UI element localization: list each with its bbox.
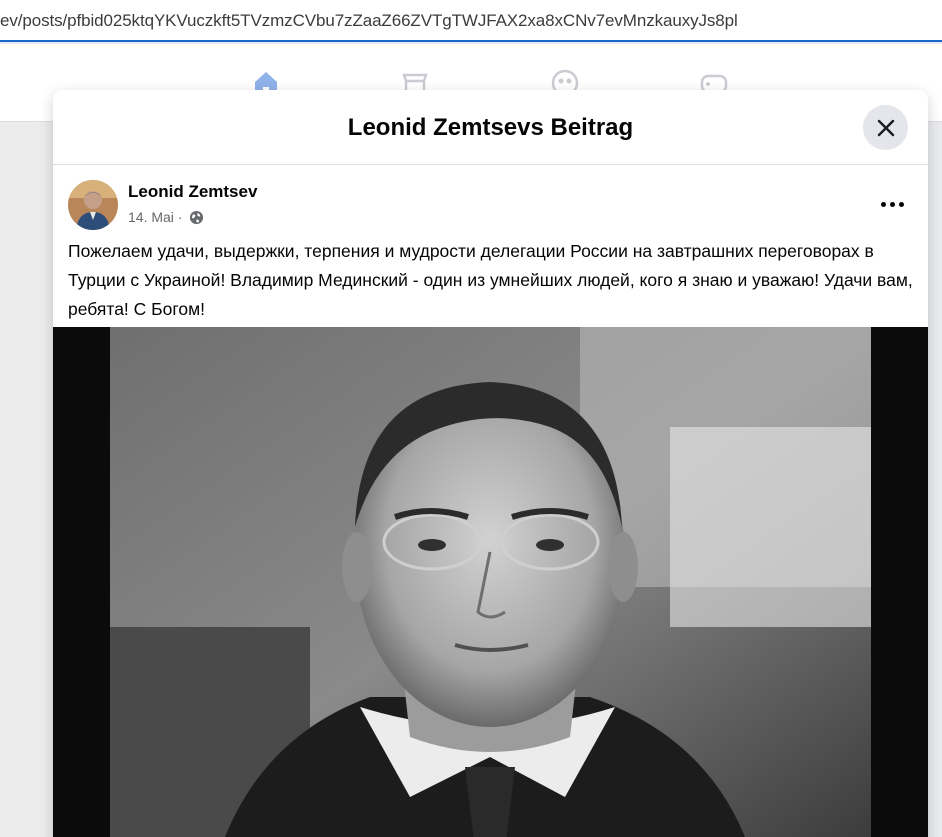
more-options-button[interactable]	[874, 191, 910, 217]
meta-separator: ·	[177, 209, 183, 225]
more-dot	[880, 201, 886, 207]
more-dot	[889, 201, 895, 207]
post-header: Leonid Zemtsev 14. Mai ·	[53, 165, 928, 233]
author-name[interactable]: Leonid Zemtsev	[128, 182, 257, 202]
post-modal: Leonid Zemtsevs Beitrag Leonid Zemtsev 1…	[53, 90, 928, 837]
portrait-photo	[110, 327, 871, 837]
modal-header: Leonid Zemtsevs Beitrag	[53, 90, 928, 165]
close-button[interactable]	[863, 105, 908, 150]
post-meta: 14. Mai ·	[128, 209, 204, 225]
globe-icon	[189, 210, 203, 224]
more-dot	[898, 201, 904, 207]
avatar[interactable]	[68, 180, 118, 230]
modal-title: Leonid Zemtsevs Beitrag	[347, 114, 634, 141]
post-date[interactable]: 14. Mai	[128, 209, 174, 225]
browser-address-bar[interactable]: ev/posts/pfbid025ktqYKVuczkft5TVzmzCVbu7…	[0, 0, 942, 42]
url-text[interactable]: ev/posts/pfbid025ktqYKVuczkft5TVzmzCVbu7…	[0, 11, 738, 31]
page-background-left	[0, 122, 52, 837]
close-icon	[877, 119, 894, 136]
post-photo[interactable]	[53, 327, 928, 837]
post-text: Пожелаем удачи, выдержки, терпения и муд…	[68, 241, 913, 319]
